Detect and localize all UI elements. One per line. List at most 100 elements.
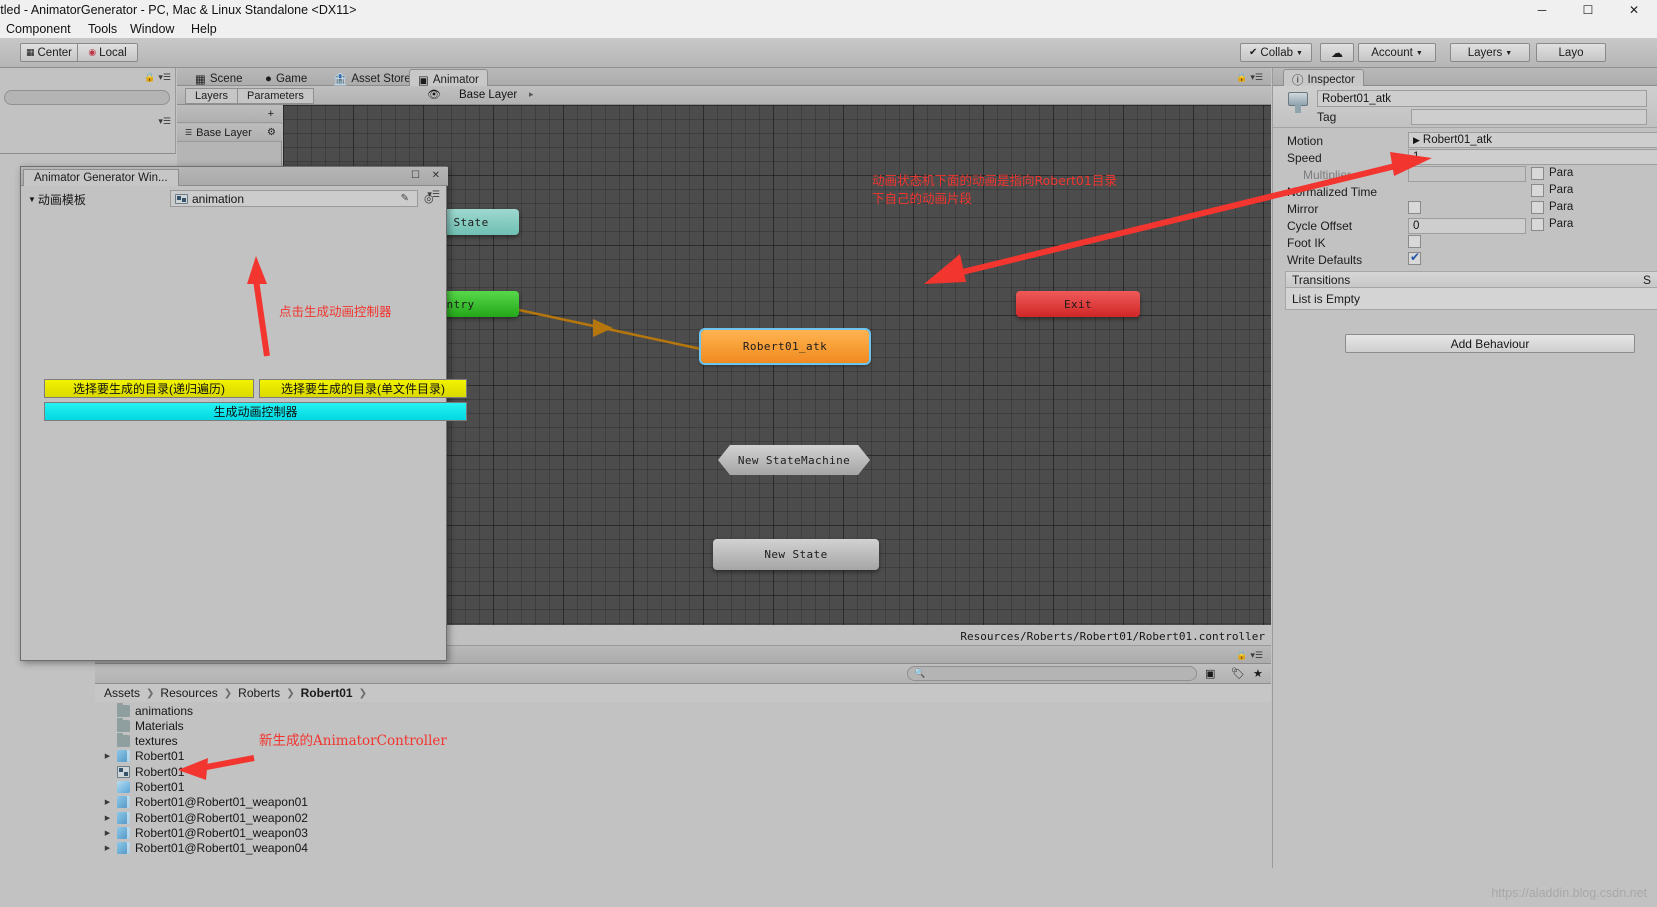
- expand-triangle-icon[interactable]: ▶: [103, 829, 112, 837]
- foot-ik-label: Foot IK: [1287, 236, 1326, 250]
- cycle-offset-parameter-checkbox[interactable]: [1531, 218, 1544, 231]
- layout-dropdown[interactable]: Layo: [1536, 43, 1606, 62]
- list-item[interactable]: ▶ Robert01: [95, 764, 1271, 779]
- hierarchy-options-icon[interactable]: ▾☰: [158, 116, 171, 127]
- edit-pencil-icon[interactable]: ✎: [401, 193, 409, 204]
- add-behaviour-button[interactable]: Add Behaviour: [1345, 334, 1635, 353]
- template-label[interactable]: ▼ 动画模板: [28, 191, 86, 208]
- lock-icon[interactable]: 🔒: [144, 72, 155, 83]
- cloud-icon: ☁: [1331, 45, 1343, 60]
- menu-item-help[interactable]: Help: [191, 22, 217, 36]
- template-row: ▼ 动画模板 animation ✎ ◎: [24, 190, 445, 208]
- template-object-field[interactable]: animation ✎: [170, 190, 418, 207]
- breadcrumb-item-assets[interactable]: Assets: [104, 686, 140, 700]
- hierarchy-panel-menu[interactable]: 🔒 ▾☰: [144, 72, 171, 83]
- close-icon[interactable]: ✕: [432, 170, 440, 181]
- account-label: Account: [1371, 46, 1413, 59]
- multiplier-parameter-checkbox[interactable]: [1531, 167, 1544, 180]
- state-node-label: New StateMachine: [737, 453, 851, 467]
- foot-ik-checkbox[interactable]: [1408, 235, 1421, 248]
- normalized-time-parameter-checkbox[interactable]: [1531, 184, 1544, 197]
- collab-button[interactable]: ✔ Collab ▼: [1240, 43, 1312, 62]
- animator-panel-menu[interactable]: 🔒 ▾☰: [1236, 72, 1263, 83]
- breadcrumb-separator-icon: ❯: [223, 687, 233, 699]
- search-icon: 🔍: [914, 668, 926, 678]
- close-button[interactable]: ✕: [1611, 0, 1657, 20]
- gamepad-icon: ●: [265, 73, 272, 85]
- list-item-label: Materials: [135, 718, 184, 733]
- subtab-layers[interactable]: Layers: [185, 88, 239, 104]
- mirror-checkbox[interactable]: [1408, 201, 1421, 214]
- cloud-button[interactable]: ☁: [1320, 43, 1354, 62]
- list-item[interactable]: ▶ Robert01: [95, 780, 1271, 795]
- list-item-label: animations: [135, 703, 194, 718]
- list-item-label: Robert01@Robert01_weapon02: [135, 810, 308, 825]
- breadcrumb-item-resources[interactable]: Resources: [160, 686, 217, 700]
- speed-field[interactable]: 1: [1408, 149, 1657, 165]
- breadcrumb-item-robert01[interactable]: Robert01: [301, 686, 353, 700]
- tag-field[interactable]: [1411, 109, 1647, 125]
- expand-triangle-icon[interactable]: ▶: [103, 814, 112, 822]
- object-picker-icon[interactable]: ◎: [424, 192, 434, 205]
- select-directory-recursive-button[interactable]: 选择要生成的目录(递归遍历): [44, 379, 254, 398]
- gear-icon[interactable]: ⚙: [267, 127, 276, 138]
- select-directory-single-button[interactable]: 选择要生成的目录(单文件目录): [259, 379, 467, 398]
- breadcrumb-separator-icon: ❯: [146, 687, 155, 699]
- breadcrumb-item-roberts[interactable]: Roberts: [238, 686, 280, 700]
- menu-item-tools[interactable]: Tools: [88, 22, 117, 36]
- list-item[interactable]: ▶ Robert01@Robert01_weapon02: [95, 810, 1271, 825]
- mirror-label: Mirror: [1287, 202, 1319, 216]
- template-value: animation: [192, 191, 245, 206]
- restore-icon[interactable]: ☐: [411, 170, 420, 181]
- state-name-field[interactable]: Robert01_atk: [1317, 90, 1647, 107]
- expand-triangle-icon[interactable]: ▶: [103, 752, 112, 760]
- space-mode-button[interactable]: ◉ Local: [78, 43, 138, 62]
- list-item[interactable]: ▶ Robert01@Robert01_weapon03: [95, 825, 1271, 840]
- panel-menu-icon[interactable]: ▾☰: [1250, 650, 1263, 661]
- tab-asset-store-label: Asset Store: [351, 73, 411, 85]
- state-node-exit[interactable]: Exit: [1016, 291, 1140, 317]
- state-node-new-statemachine[interactable]: New StateMachine: [718, 445, 870, 475]
- layer-row-base[interactable]: ☰ Base Layer ⚙: [177, 124, 282, 142]
- hierarchy-search-input[interactable]: [4, 90, 170, 105]
- list-item[interactable]: ▶ Robert01@Robert01_weapon04: [95, 841, 1271, 856]
- layer-add-button[interactable]: +: [177, 105, 282, 123]
- motion-value: Robert01_atk: [1422, 134, 1492, 146]
- main-toolbar: ▦ Center ◉ Local ▶ ❘❘ ▶❘ ✔ Collab ▼ ☁ Ac…: [0, 38, 1657, 102]
- maximize-button[interactable]: ☐: [1565, 0, 1611, 20]
- panel-menu-icon[interactable]: ▾☰: [1250, 72, 1263, 83]
- lock-icon[interactable]: 🔒: [1236, 650, 1247, 661]
- panel-menu-icon[interactable]: ▾☰: [158, 72, 171, 83]
- menu-item-window[interactable]: Window: [130, 22, 174, 36]
- menu-item-component[interactable]: Component: [6, 22, 71, 36]
- lock-icon[interactable]: 🔒: [1236, 72, 1247, 83]
- list-item[interactable]: ▶ animations: [95, 702, 1271, 718]
- expand-triangle-icon[interactable]: ▶: [103, 844, 112, 852]
- eye-icon[interactable]: 👁: [427, 88, 441, 101]
- project-panel-menu[interactable]: 🔒 ▾☰: [1236, 650, 1263, 661]
- motion-field[interactable]: ▶ Robert01_atk: [1408, 132, 1657, 148]
- breadcrumb-base-layer[interactable]: Base Layer: [459, 89, 517, 101]
- favorite-star-icon[interactable]: ★: [1253, 667, 1263, 680]
- expand-triangle-icon[interactable]: ▶: [103, 798, 112, 806]
- state-node-robert01-atk[interactable]: Robert01_atk: [701, 330, 869, 363]
- list-item[interactable]: ▶ Robert01@Robert01_weapon01: [95, 795, 1271, 810]
- state-node-new-state[interactable]: New State: [713, 539, 879, 570]
- pivot-mode-button[interactable]: ▦ Center: [20, 43, 78, 62]
- project-toolbar: 🔍 ▣ 🏷 ★: [95, 664, 1271, 684]
- account-button[interactable]: Account ▼: [1358, 43, 1436, 62]
- minimize-button[interactable]: ─: [1519, 0, 1565, 20]
- write-defaults-checkbox[interactable]: [1408, 250, 1421, 265]
- layers-dropdown[interactable]: Layers ▼: [1450, 43, 1530, 62]
- cycle-offset-field[interactable]: 0: [1408, 218, 1526, 234]
- generate-animator-controller-button[interactable]: 生成动画控制器: [44, 402, 467, 421]
- subtab-parameters[interactable]: Parameters: [237, 88, 314, 104]
- multiplier-dropdown[interactable]: [1408, 166, 1526, 182]
- generator-window-tab[interactable]: Animator Generator Win...: [23, 169, 179, 186]
- breadcrumb-separator-icon: ❯: [358, 687, 367, 699]
- mirror-parameter-checkbox[interactable]: [1531, 201, 1544, 214]
- project-search-input[interactable]: 🔍: [907, 666, 1197, 681]
- model-file-icon: [117, 796, 130, 809]
- filter-by-label-icon[interactable]: 🏷: [1231, 667, 1245, 680]
- filter-by-type-icon[interactable]: ▣: [1205, 667, 1215, 680]
